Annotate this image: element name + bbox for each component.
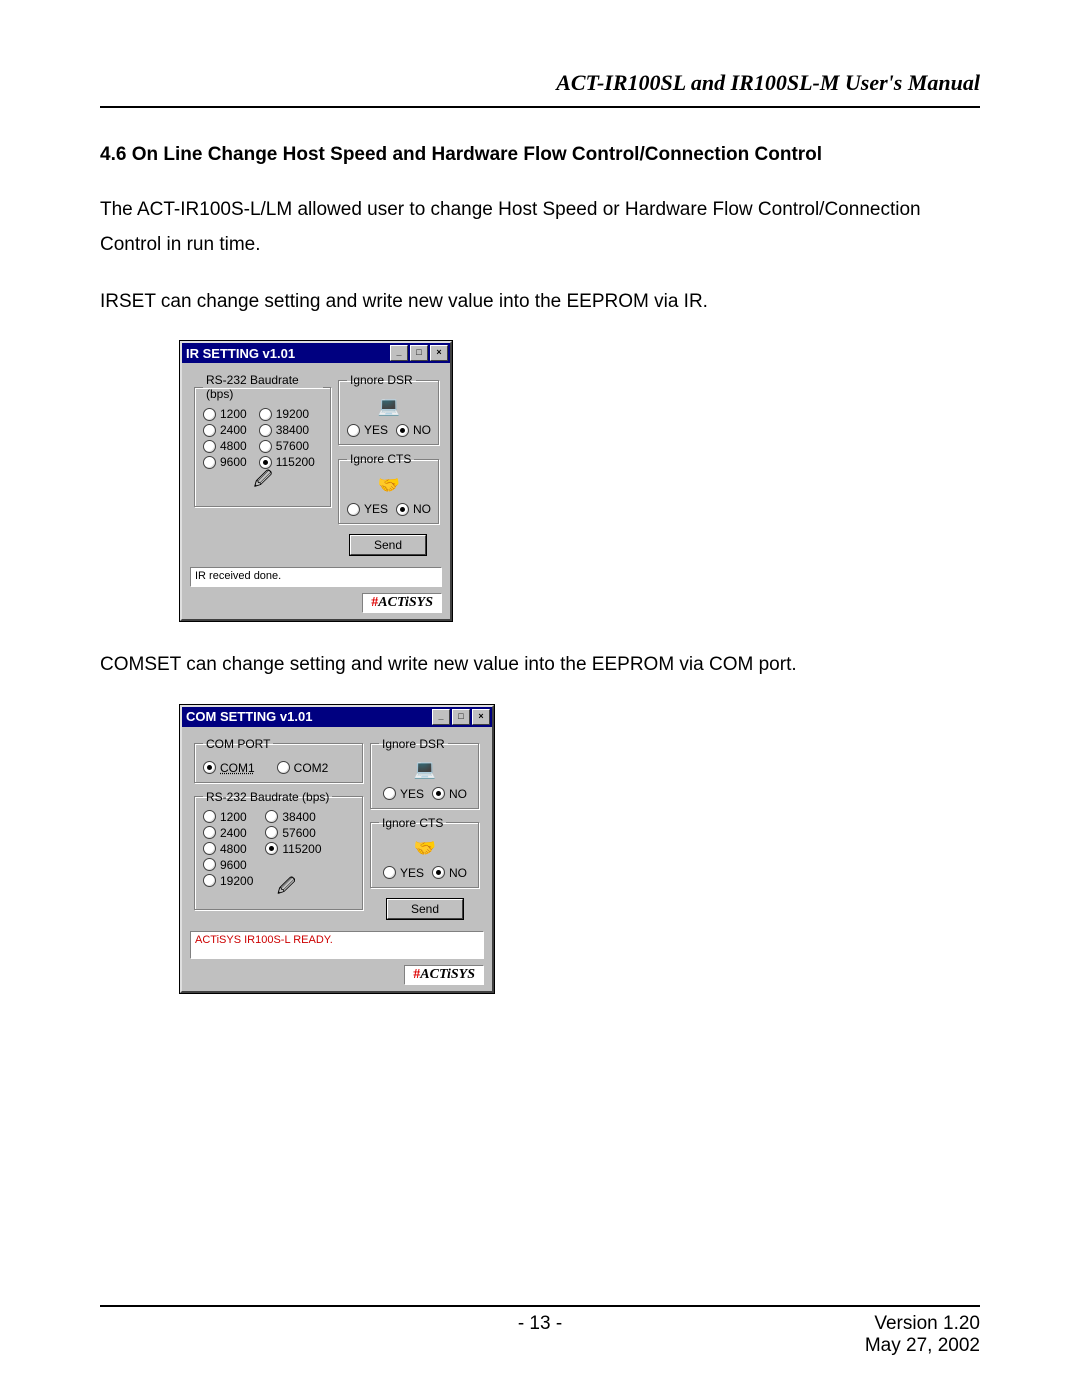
comset-cts-yes[interactable]: YES: [383, 866, 424, 880]
radio-57600[interactable]: 57600: [265, 826, 321, 840]
irset-baud-col-right: 19200 38400 57600 115200: [259, 407, 315, 469]
comset-dsr-no[interactable]: NO: [432, 787, 467, 801]
comset-dsr-legend: Ignore DSR: [379, 737, 448, 751]
radio-2400[interactable]: 2400: [203, 826, 253, 840]
comset-cts-group: Ignore CTS 🤝 YES NO: [370, 816, 480, 889]
dsr-icon: 💻: [374, 393, 404, 419]
radio-115200[interactable]: 115200: [265, 842, 321, 856]
comset-baud-col-left: 1200 2400 4800 9600 19200: [203, 810, 253, 902]
header-divider: [100, 106, 980, 108]
radio-19200[interactable]: 19200: [203, 874, 253, 888]
dsr-icon: 💻: [410, 757, 440, 783]
maximize-button[interactable]: □: [452, 709, 470, 725]
irset-dialog: IR SETTING v1.01 _ □ × RS-232 Baudrate (…: [180, 341, 452, 621]
radio-9600[interactable]: 9600: [203, 455, 247, 469]
irset-cts-no[interactable]: NO: [396, 502, 431, 516]
radio-2400[interactable]: 2400: [203, 423, 247, 437]
radio-4800[interactable]: 4800: [203, 439, 247, 453]
irset-dsr-no[interactable]: NO: [396, 423, 431, 437]
close-button[interactable]: ×: [430, 345, 448, 361]
cts-icon: 🤝: [374, 472, 404, 498]
comset-titlebar[interactable]: COM SETTING v1.01 _ □ ×: [182, 707, 492, 727]
baud-icon: 🖉: [271, 876, 301, 902]
paragraph-1: The ACT-IR100S-L/LM allowed user to chan…: [100, 192, 980, 262]
comset-dsr-group: Ignore DSR 💻 YES NO: [370, 737, 480, 810]
irset-title: IR SETTING v1.01: [186, 346, 390, 361]
irset-baud-col-left: 1200 2400 4800 9600: [203, 407, 247, 469]
page-number: - 13 -: [280, 1313, 800, 1357]
footer-date: May 27, 2002: [800, 1335, 980, 1357]
manual-title: ACT-IR100SL and IR100SL-M User's Manual: [100, 70, 980, 100]
comset-cts-no[interactable]: NO: [432, 866, 467, 880]
minimize-button[interactable]: _: [390, 345, 408, 361]
radio-1200[interactable]: 1200: [203, 810, 253, 824]
radio-38400[interactable]: 38400: [259, 423, 315, 437]
irset-titlebar[interactable]: IR SETTING v1.01 _ □ ×: [182, 343, 450, 363]
radio-com1[interactable]: COM1: [203, 761, 255, 775]
irset-status: IR received done.: [190, 567, 442, 587]
irset-cts-yes[interactable]: YES: [347, 502, 388, 516]
comset-baud-col-right: 38400 57600 115200 🖉: [265, 810, 321, 902]
maximize-button[interactable]: □: [410, 345, 428, 361]
paragraph-2: IRSET can change setting and write new v…: [100, 284, 980, 319]
irset-dsr-group: Ignore DSR 💻 YES NO: [338, 373, 440, 446]
comset-cts-legend: Ignore CTS: [379, 816, 446, 830]
comset-dialog: COM SETTING v1.01 _ □ × COM PORT COM1 CO…: [180, 705, 494, 993]
irset-baud-legend: RS-232 Baudrate (bps): [203, 373, 323, 401]
comset-baud-group: RS-232 Baudrate (bps) 1200 2400 4800 960…: [194, 790, 364, 911]
irset-brand: #ACTiSYS: [182, 593, 450, 619]
page-footer: - 13 - Version 1.20 May 27, 2002: [100, 1307, 980, 1357]
comset-status: ACTiSYS IR100S-L READY.: [190, 931, 484, 959]
paragraph-3: COMSET can change setting and write new …: [100, 647, 980, 682]
radio-9600[interactable]: 9600: [203, 858, 253, 872]
comset-port-group: COM PORT COM1 COM2: [194, 737, 364, 784]
irset-dsr-legend: Ignore DSR: [347, 373, 416, 387]
close-button[interactable]: ×: [472, 709, 490, 725]
irset-cts-legend: Ignore CTS: [347, 452, 414, 466]
baud-icon: 🖉: [248, 469, 278, 495]
radio-com2[interactable]: COM2: [277, 761, 329, 775]
radio-57600[interactable]: 57600: [259, 439, 315, 453]
comset-brand: #ACTiSYS: [182, 965, 492, 991]
radio-38400[interactable]: 38400: [265, 810, 321, 824]
radio-1200[interactable]: 1200: [203, 407, 247, 421]
comset-dsr-yes[interactable]: YES: [383, 787, 424, 801]
section-heading: 4.6 On Line Change Host Speed and Hardwa…: [100, 144, 980, 166]
cts-icon: 🤝: [410, 836, 440, 862]
irset-dsr-yes[interactable]: YES: [347, 423, 388, 437]
irset-cts-group: Ignore CTS 🤝 YES NO: [338, 452, 440, 525]
comset-port-legend: COM PORT: [203, 737, 273, 751]
radio-19200[interactable]: 19200: [259, 407, 315, 421]
minimize-button[interactable]: _: [432, 709, 450, 725]
footer-version: Version 1.20: [800, 1313, 980, 1335]
radio-4800[interactable]: 4800: [203, 842, 253, 856]
irset-send-button[interactable]: Send: [350, 535, 426, 555]
comset-title: COM SETTING v1.01: [186, 709, 432, 724]
irset-baud-group: RS-232 Baudrate (bps) 1200 2400 4800 960…: [194, 373, 332, 508]
comset-baud-legend: RS-232 Baudrate (bps): [203, 790, 332, 804]
comset-send-button[interactable]: Send: [387, 899, 463, 919]
